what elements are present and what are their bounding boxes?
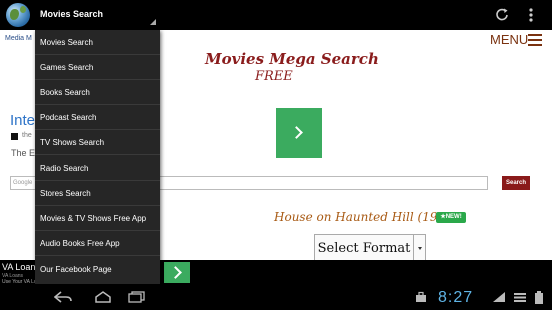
ad-arrow-button[interactable] <box>276 108 322 158</box>
home-icon[interactable] <box>94 291 112 305</box>
wifi-icon <box>492 291 506 305</box>
brand-subtitle: FREE <box>255 69 293 84</box>
dropdown-item-label: Movies & TV Shows Free App <box>40 214 147 223</box>
media-link[interactable]: Media M <box>5 35 32 42</box>
hamburger-icon[interactable] <box>528 34 542 46</box>
status-clock: 8:27 <box>438 289 474 306</box>
chevron-right-icon <box>169 266 182 279</box>
dropdown-item-audio-books-app[interactable]: Audio Books Free App <box>35 231 160 256</box>
dropdown-item-books[interactable]: Books Search <box>35 80 160 105</box>
dropdown-item-label: Stores Search <box>40 189 91 198</box>
menu-button[interactable]: MENU <box>490 32 528 47</box>
dropdown-item-label: Audio Books Free App <box>40 239 120 248</box>
spinner-indicator-icon[interactable] <box>150 19 156 25</box>
dropdown-item-label: Radio Search <box>40 164 89 173</box>
dropdown-item-tv-shows[interactable]: TV Shows Search <box>35 130 160 155</box>
battery-icon <box>534 291 544 307</box>
overflow-menu-icon[interactable] <box>523 7 539 23</box>
dropdown-item-movies[interactable]: Movies Search <box>35 30 160 55</box>
dropdown-item-podcast[interactable]: Podcast Search <box>35 105 160 130</box>
system-nav-bar: 8:27 <box>0 285 552 310</box>
search-placeholder: Google <box>13 180 33 186</box>
bottom-ad-arrow-button[interactable] <box>164 262 190 283</box>
select-format-button[interactable]: Select Format <box>314 234 414 260</box>
dropdown-item-facebook[interactable]: Our Facebook Page <box>35 257 160 282</box>
ad-info-icon <box>11 133 18 140</box>
globe-icon[interactable] <box>6 3 30 27</box>
dropdown-item-label: Books Search <box>40 88 90 97</box>
refresh-icon[interactable] <box>494 7 510 23</box>
dropdown-item-label: Movies Search <box>40 38 93 47</box>
dropdown-item-label: Podcast Search <box>40 113 97 122</box>
ad-source: the <box>22 132 32 139</box>
category-dropdown: Movies Search Games Search Books Search … <box>35 30 160 284</box>
brand-title: Movies Mega Search <box>205 50 379 68</box>
briefcase-icon[interactable] <box>415 291 427 305</box>
dropdown-item-radio[interactable]: Radio Search <box>35 156 160 181</box>
dropdown-item-games[interactable]: Games Search <box>35 55 160 80</box>
dropdown-item-label: Games Search <box>40 63 94 72</box>
search-button[interactable]: Search <box>502 176 530 190</box>
new-badge: ★NEW! <box>436 212 466 223</box>
dropdown-item-stores[interactable]: Stores Search <box>35 181 160 206</box>
action-bar: Movies Search <box>0 0 552 30</box>
recent-apps-icon[interactable] <box>128 291 146 305</box>
movie-title[interactable]: House on Haunted Hill (1959) <box>274 210 457 224</box>
dropdown-item-label: TV Shows Search <box>40 138 105 147</box>
dropdown-item-movies-tv-app[interactable]: Movies & TV Shows Free App <box>35 206 160 231</box>
back-icon[interactable] <box>53 291 72 305</box>
chevron-down-icon[interactable] <box>414 234 426 260</box>
category-spinner-label[interactable]: Movies Search <box>40 9 103 19</box>
dropdown-item-label: Our Facebook Page <box>40 265 112 274</box>
signal-icon <box>513 291 527 305</box>
chevron-right-icon <box>290 126 303 139</box>
